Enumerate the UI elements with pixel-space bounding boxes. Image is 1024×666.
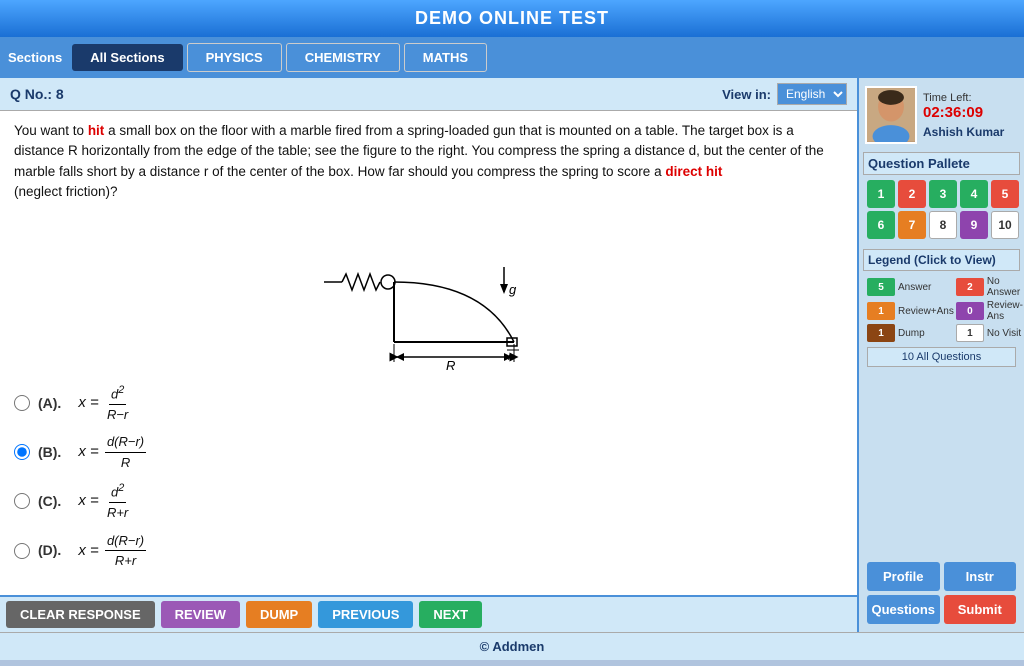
left-panel: Q No.: 8 View in: English You want to hi… <box>0 78 859 632</box>
option-a-expr: x = d2 R−r <box>70 382 132 424</box>
next-button[interactable]: NEXT <box>419 601 482 628</box>
palette-q1[interactable]: 1 <box>867 180 895 208</box>
option-c-radio[interactable] <box>14 493 30 509</box>
view-in-control: View in: English <box>722 83 847 105</box>
svg-text:R: R <box>446 358 455 372</box>
page-header: DEMO ONLINE TEST <box>0 0 1024 37</box>
legend-answer-text: Answer <box>898 282 931 293</box>
palette-q7[interactable]: 7 <box>898 211 926 239</box>
tab-maths[interactable]: MATHS <box>404 43 487 72</box>
language-select[interactable]: English <box>777 83 847 105</box>
option-b-label: (B). <box>38 442 70 463</box>
option-d-label: (D). <box>38 540 70 561</box>
action-bar: CLEAR RESPONSE REVIEW DUMP PREVIOUS NEXT <box>0 595 857 632</box>
legend-review-no-ans-text: Review-Ans <box>987 300 1023 322</box>
option-a-radio[interactable] <box>14 395 30 411</box>
profile-button[interactable]: Profile <box>867 562 940 591</box>
option-c-row: (C). x = d2 R+r <box>14 480 843 522</box>
user-name: Ashish Kumar <box>923 125 1004 139</box>
question-header: Q No.: 8 View in: English <box>0 78 857 111</box>
legend-dump-text: Dump <box>898 328 925 339</box>
palette-q3[interactable]: 3 <box>929 180 957 208</box>
palette-q2[interactable]: 2 <box>898 180 926 208</box>
main-layout: Q No.: 8 View in: English You want to hi… <box>0 78 1024 632</box>
legend-answer: 5 Answer <box>867 276 954 298</box>
option-b-radio[interactable] <box>14 444 30 460</box>
page-title: DEMO ONLINE TEST <box>415 8 609 28</box>
rbb-row-2: Questions Submit <box>867 595 1016 624</box>
option-a-label: (A). <box>38 393 70 414</box>
footer-text: © Addmen <box>480 639 545 654</box>
legend-section: Legend (Click to View) 5 Answer 2 No Ans… <box>863 249 1020 370</box>
legend-review-no-ans: 0 Review-Ans <box>956 300 1023 322</box>
rbb-row-1: Profile Instr <box>867 562 1016 591</box>
user-card: Time Left: 02:36:09 Ashish Kumar <box>863 82 1020 148</box>
option-b-row: (B). x = d(R−r) R <box>14 432 843 472</box>
questions-button[interactable]: Questions <box>867 595 940 624</box>
dump-button[interactable]: DUMP <box>246 601 312 628</box>
palette-q10[interactable]: 10 <box>991 211 1019 239</box>
legend-title[interactable]: Legend (Click to View) <box>863 249 1020 271</box>
palette-grid: 1 2 3 4 5 6 7 8 9 10 <box>863 178 1020 241</box>
option-c-label: (C). <box>38 491 70 512</box>
right-panel: Time Left: 02:36:09 Ashish Kumar Questio… <box>859 78 1024 632</box>
option-d-row: (D). x = d(R−r) R+r <box>14 531 843 571</box>
clear-response-button[interactable]: CLEAR RESPONSE <box>6 601 155 628</box>
time-value: 02:36:09 <box>923 104 1004 121</box>
legend-no-visit: 1 No Visit <box>956 324 1023 342</box>
avatar <box>865 86 917 144</box>
legend-review-ans-text: Review+Ans <box>898 306 954 317</box>
tab-bar: Sections All Sections PHYSICS CHEMISTRY … <box>0 37 1024 78</box>
legend-no-answer-text: No Answer <box>987 276 1023 298</box>
palette-section: Question Pallete 1 2 3 4 5 6 7 8 9 10 <box>863 152 1020 241</box>
review-button[interactable]: REVIEW <box>161 601 240 628</box>
legend-no-visit-text: No Visit <box>987 328 1021 339</box>
option-c-expr: x = d2 R+r <box>70 480 132 522</box>
avatar-image <box>867 88 915 142</box>
legend-dump-dot: 1 <box>867 324 895 342</box>
right-bottom-buttons: Profile Instr Questions Submit <box>863 558 1020 628</box>
question-number: Q No.: 8 <box>10 86 64 102</box>
sections-label: Sections <box>8 50 62 65</box>
palette-q6[interactable]: 6 <box>867 211 895 239</box>
view-in-label: View in: <box>722 87 771 102</box>
svg-text:g: g <box>509 282 517 297</box>
palette-q5[interactable]: 5 <box>991 180 1019 208</box>
legend-no-visit-dot: 1 <box>956 324 984 342</box>
question-text: You want to hit a small box on the floor… <box>14 121 843 202</box>
legend-answer-dot: 5 <box>867 278 895 296</box>
legend-review-ans-dot: 1 <box>867 302 895 320</box>
legend-review-no-ans-dot: 0 <box>956 302 984 320</box>
option-b-expr: x = d(R−r) R <box>70 432 148 472</box>
legend-dump: 1 Dump <box>867 324 954 342</box>
footer: © Addmen <box>0 632 1024 660</box>
palette-q8[interactable]: 8 <box>929 211 957 239</box>
option-d-radio[interactable] <box>14 543 30 559</box>
previous-button[interactable]: PREVIOUS <box>318 601 413 628</box>
palette-q9[interactable]: 9 <box>960 211 988 239</box>
palette-q4[interactable]: 4 <box>960 180 988 208</box>
palette-title: Question Pallete <box>863 152 1020 175</box>
submit-button[interactable]: Submit <box>944 595 1017 624</box>
tab-physics[interactable]: PHYSICS <box>187 43 282 72</box>
physics-diagram: g R r <box>314 212 544 372</box>
question-content: You want to hit a small box on the floor… <box>0 111 857 595</box>
time-label: Time Left: <box>923 92 1004 104</box>
instr-button[interactable]: Instr <box>944 562 1017 591</box>
legend-no-answer-dot: 2 <box>956 278 984 296</box>
option-d-expr: x = d(R−r) R+r <box>70 531 148 571</box>
legend-grid: 5 Answer 2 No Answer 1 Review+Ans 0 Revi… <box>863 274 1020 344</box>
legend-no-answer: 2 No Answer <box>956 276 1023 298</box>
tab-chemistry[interactable]: CHEMISTRY <box>286 43 400 72</box>
legend-review-ans: 1 Review+Ans <box>867 300 954 322</box>
tab-all-sections[interactable]: All Sections <box>72 44 182 71</box>
user-info: Time Left: 02:36:09 Ashish Kumar <box>923 92 1004 139</box>
all-questions: 10 All Questions <box>867 347 1016 367</box>
option-a-row: (A). x = d2 R−r <box>14 382 843 424</box>
